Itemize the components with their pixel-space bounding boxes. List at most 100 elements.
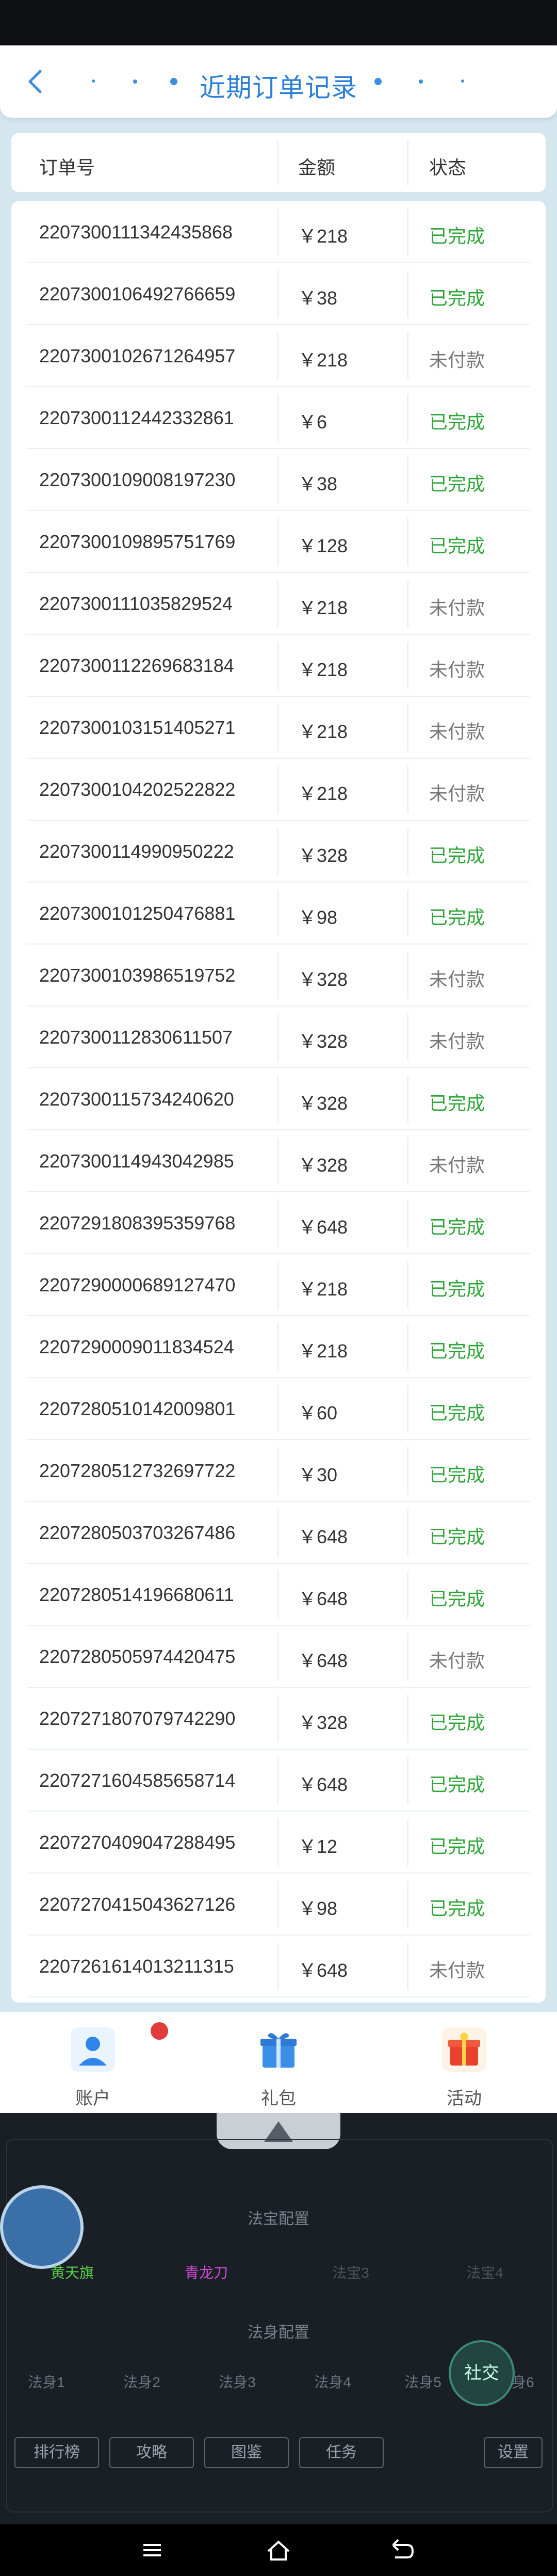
codex-button[interactable]: 图鉴 [204,2437,289,2468]
treasure-slot[interactable]: 法宝4 [444,2262,526,2282]
order-amount: ￥648 [298,1774,348,1795]
divider [277,1943,278,1990]
order-number: 2207300109008197230 [39,469,236,490]
order-status: 已完成 [429,535,485,556]
divider [407,1695,408,1742]
order-amount: ￥648 [298,1217,348,1238]
table-row[interactable]: 2207300101250476881 ￥98 已完成 [11,883,546,945]
back-icon[interactable] [387,2538,418,2564]
table-row[interactable]: 2207300109008197230 ￥38 已完成 [11,449,546,511]
divider [407,890,408,937]
divider [407,1571,408,1619]
divider [407,1323,408,1371]
table-row[interactable]: 2207271807079742290 ￥328 已完成 [11,1688,546,1750]
activity-icon [442,2027,486,2072]
table-row[interactable]: 2207300109895751769 ￥128 已完成 [11,511,546,573]
table-row[interactable]: 2207300112830611507 ￥328 未付款 [11,1006,546,1068]
gift-icon [260,2033,297,2068]
order-status: 已完成 [429,907,485,928]
order-status: 未付款 [429,1155,485,1176]
treasure-slot[interactable]: 法宝3 [309,2262,392,2282]
table-row[interactable]: 2207300111342435868 ￥218 已完成 [11,201,546,263]
order-status: 已完成 [429,1402,485,1423]
order-status: 未付款 [429,659,485,680]
menu-icon[interactable] [139,2540,165,2561]
table-row[interactable]: 2207290000689127470 ￥218 已完成 [11,1254,546,1316]
table-row[interactable]: 2207300103151405271 ￥218 未付款 [11,697,546,759]
divider [407,1943,408,1990]
table-row[interactable]: 2207300112269683184 ￥218 未付款 [11,635,546,697]
order-amount: ￥38 [298,473,338,494]
table-row[interactable]: 2207280505974420475 ￥648 未付款 [11,1626,546,1688]
table-row[interactable]: 2207300114990950222 ￥328 已完成 [11,821,546,883]
table-row[interactable]: 2207270409047288495 ￥12 已完成 [11,1812,546,1874]
divider [407,1757,408,1804]
body-slot[interactable]: 法身4 [291,2371,374,2392]
body-config-title: 法身配置 [248,2324,309,2341]
table-row[interactable]: 2207290009011834524 ￥218 已完成 [11,1316,546,1378]
table-row[interactable]: 2207300103986519752 ￥328 未付款 [11,945,546,1006]
order-status: 已完成 [429,1526,485,1547]
table-row[interactable]: 2207300112442332861 ￥6 已完成 [11,387,546,449]
table-row[interactable]: 2207300104202522822 ￥218 未付款 [11,759,546,821]
table-row[interactable]: 2207300115734240620 ￥328 已完成 [11,1068,546,1130]
divider [407,704,408,751]
order-amount: ￥328 [298,1093,348,1114]
guide-button[interactable]: 攻略 [109,2437,194,2468]
order-amount: ￥648 [298,1588,348,1609]
order-status: 已完成 [429,1093,485,1114]
table-row[interactable]: 2207280512732697722 ￥30 已完成 [11,1440,546,1502]
order-amount: ￥328 [298,845,348,866]
settings-button[interactable]: 设置 [484,2437,543,2468]
order-status: 已完成 [429,1278,485,1300]
table-row[interactable]: 2207271604585658714 ￥648 已完成 [11,1750,546,1812]
order-number: 2207300111342435868 [39,221,233,243]
divider [407,456,408,504]
treasure-config-title: 法宝配置 [248,2211,309,2228]
order-status: 未付款 [429,349,485,371]
order-number: 2207291808395359768 [39,1212,236,1234]
divider [407,394,408,442]
order-amount: ￥6 [298,411,327,433]
table-row[interactable]: 2207300111035829524 ￥218 未付款 [11,573,546,635]
body-slot[interactable]: 法身3 [196,2371,278,2392]
divider [277,1633,278,1681]
table-row[interactable]: 2207261614013211315 ￥648 未付款 [11,1935,546,1997]
table-row[interactable]: 2207300114943042985 ￥328 未付款 [11,1130,546,1192]
divider [277,766,278,813]
table-row[interactable]: 2207280510142009801 ￥60 已完成 [11,1378,546,1440]
divider [407,1633,408,1681]
divider [277,642,278,690]
task-button[interactable]: 任务 [299,2437,384,2468]
divider [277,209,278,256]
order-number: 2207300102671264957 [39,345,236,366]
treasure-slot[interactable]: 黄天旗 [31,2262,113,2282]
ranking-button[interactable]: 排行榜 [14,2437,99,2468]
divider [277,1695,278,1742]
divider [407,828,408,875]
social-button[interactable]: 社交 [449,2340,515,2406]
divider [407,209,408,256]
order-number: 2207300111035829524 [39,593,233,614]
table-row[interactable]: 2207300102671264957 ￥218 未付款 [11,325,546,387]
table-row[interactable]: 2207300106492766659 ￥38 已完成 [11,263,546,325]
order-number: 2207300114943042985 [39,1150,234,1172]
table-row[interactable]: 2207291808395359768 ￥648 已完成 [11,1192,546,1254]
column-amount: 金额 [298,157,336,178]
home-icon[interactable] [263,2537,294,2563]
decor-dot [461,79,464,83]
divider [277,1138,278,1185]
order-number: 2207300114990950222 [39,841,234,862]
order-amount: ￥218 [298,783,348,804]
divider [407,518,408,566]
treasure-slot[interactable]: 青龙刀 [165,2262,248,2282]
table-row[interactable]: 2207270415043627126 ￥98 已完成 [11,1874,546,1935]
table-row[interactable]: 2207280503703267486 ￥648 已完成 [11,1502,546,1564]
order-status: 未付款 [429,969,485,990]
order-number: 2207280514196680611 [39,1584,234,1605]
order-list: 2207300111342435868 ￥218 已完成 22073001064927… [11,201,546,2003]
table-row[interactable]: 2207280514196680611 ￥648 已完成 [11,1564,546,1626]
body-slot[interactable]: 法身2 [101,2371,183,2392]
body-slot[interactable]: 法身1 [5,2371,88,2392]
order-amount: ￥218 [298,1340,348,1362]
